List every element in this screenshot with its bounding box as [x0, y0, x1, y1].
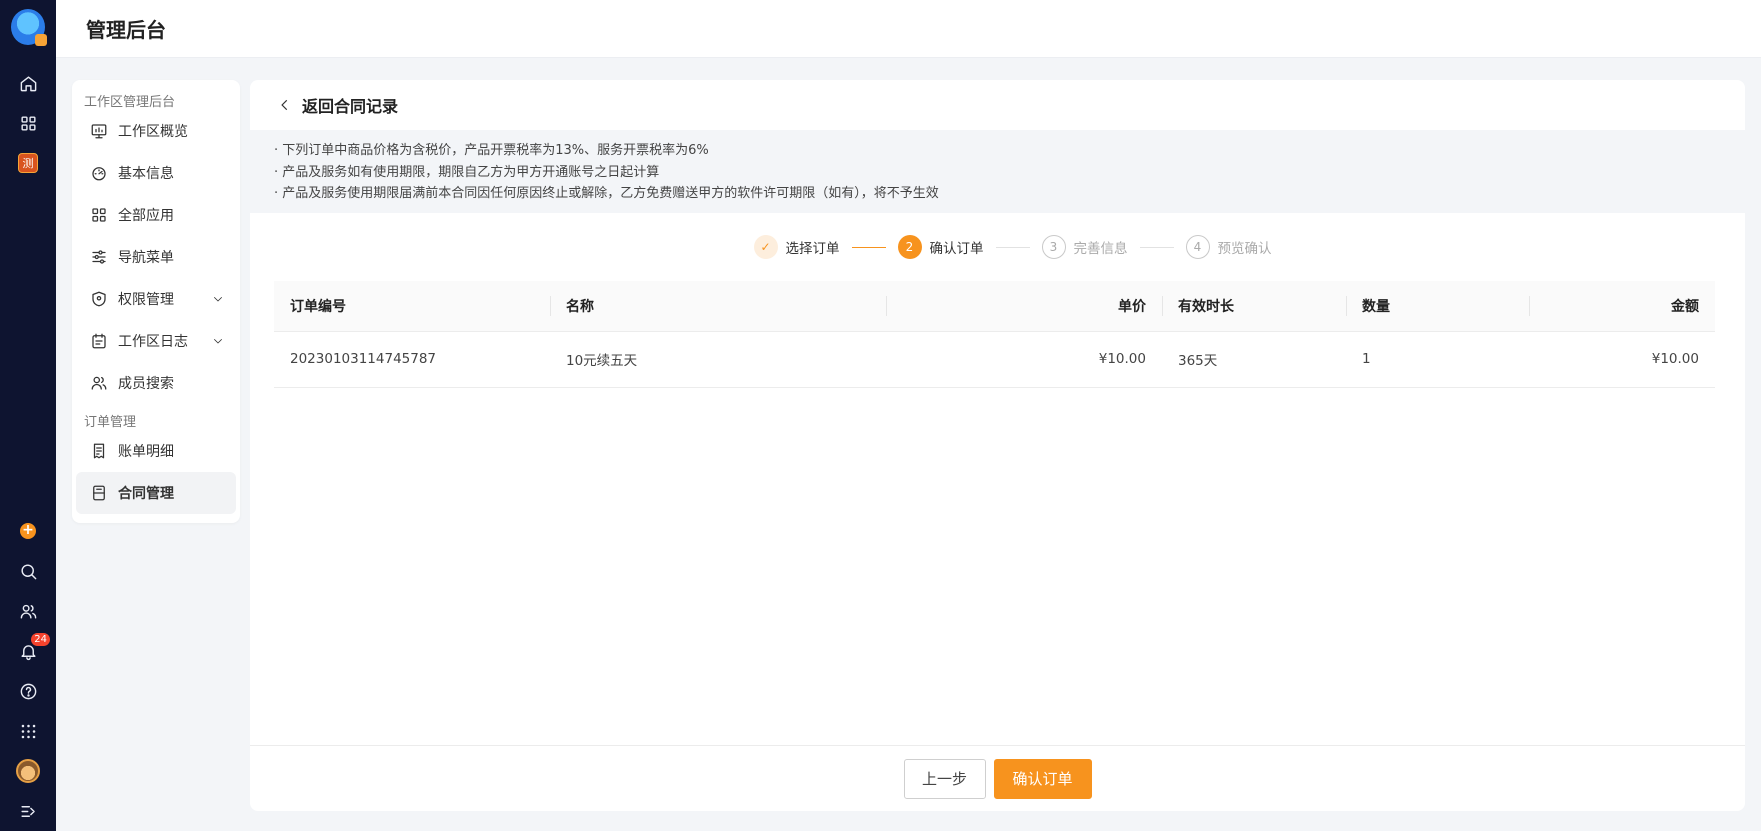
sidebar-item-bills[interactable]: 账单明细	[76, 430, 236, 472]
step-complete-info: 3 完善信息	[1041, 235, 1128, 259]
footer-actions: 上一步 确认订单	[250, 745, 1745, 811]
sliders-icon	[92, 250, 106, 264]
step-label: 确认订单	[929, 241, 984, 257]
gauge-icon	[92, 167, 106, 181]
step-label: 完善信息	[1073, 241, 1128, 257]
step-label: 选择订单	[785, 241, 840, 257]
search-icon[interactable]	[8, 551, 48, 591]
sidebar-item-basic-info[interactable]: 基本信息	[76, 152, 236, 194]
cell-unit-price: ¥10.00	[886, 331, 1162, 388]
secondary-sidebar: 工作区管理后台 工作区概览 基本信息 全部应用 导航菜单 权限管理 工作区日志 …	[72, 80, 240, 523]
confirm-order-button[interactable]: 确认订单	[993, 758, 1092, 799]
chevron-down-icon	[214, 297, 222, 302]
step-number: 4	[1185, 235, 1210, 259]
sidebar-item-contracts[interactable]: 合同管理	[76, 472, 236, 514]
grid-icon	[92, 208, 106, 222]
main-panel: 返回合同记录 · 下列订单中商品价格为含税价，产品开票税率为13%、服务开票税率…	[250, 80, 1745, 811]
order-table: 订单编号 名称 单价 有效时长 数量 金额 20230103114745787 …	[274, 281, 1715, 388]
notice-line: · 产品及服务使用期限届满前本合同因任何原因终止或解除，乙方免费赠送甲方的软件许…	[274, 186, 939, 201]
workspace-switcher[interactable]: 测	[8, 143, 48, 183]
sidebar-item-workspace-log[interactable]: 工作区日志	[76, 320, 236, 362]
table-header-row: 订单编号 名称 单价 有效时长 数量 金额	[274, 281, 1715, 332]
avatar	[16, 759, 40, 783]
user-avatar[interactable]	[8, 751, 48, 791]
step-select-order: ✓ 选择订单	[753, 235, 840, 259]
step-check-icon: ✓	[753, 235, 778, 259]
col-amount: 金额	[1529, 281, 1715, 332]
top-header: 管理后台	[56, 0, 1761, 58]
step-connector	[851, 246, 886, 248]
progress-steps: ✓ 选择订单 2 确认订单 3 完善信息 4 预览确认	[250, 213, 1745, 281]
shield-icon	[92, 291, 106, 307]
sidebar-item-label: 合同管理	[118, 486, 174, 502]
cell-quantity: 1	[1346, 331, 1529, 388]
apps-dots-icon[interactable]	[8, 711, 48, 751]
step-number: 3	[1041, 235, 1066, 259]
sidebar-item-label: 导航菜单	[118, 250, 174, 266]
sidebar-item-overview[interactable]: 工作区概览	[76, 110, 236, 152]
col-name: 名称	[550, 281, 886, 332]
page-title: 管理后台	[86, 18, 166, 42]
app-logo[interactable]	[11, 9, 47, 46]
sidebar-item-label: 工作区日志	[118, 334, 188, 350]
prev-step-button[interactable]: 上一步	[903, 758, 986, 799]
chevron-left-icon	[281, 99, 288, 111]
step-number: 2	[897, 235, 922, 259]
sidebar-item-permissions[interactable]: 权限管理	[76, 278, 236, 320]
add-button[interactable]: +	[8, 511, 48, 551]
step-confirm-order: 2 确认订单	[897, 235, 984, 259]
col-order-no: 订单编号	[274, 281, 550, 332]
cell-order-no: 20230103114745787	[274, 331, 550, 388]
sidebar-item-label: 账单明细	[118, 444, 174, 460]
sidebar-group-workspace: 工作区管理后台	[84, 95, 176, 110]
plus-icon: +	[20, 523, 36, 539]
calendar-icon	[92, 333, 106, 349]
step-label: 预览确认	[1217, 241, 1272, 257]
col-unit-price: 单价	[886, 281, 1162, 332]
sidebar-item-label: 权限管理	[118, 292, 174, 308]
sidebar-item-member-search[interactable]: 成员搜索	[76, 362, 236, 404]
notice-box: · 下列订单中商品价格为含税价，产品开票税率为13%、服务开票税率为6% · 产…	[250, 130, 1745, 213]
notification-count-badge: 24	[31, 633, 50, 646]
notification-bell-icon[interactable]: 24	[8, 631, 50, 671]
sidebar-item-label: 工作区概览	[118, 124, 188, 140]
contacts-icon[interactable]	[8, 591, 48, 631]
app-rail: 测 + 24	[0, 0, 56, 831]
notice-line: · 产品及服务如有使用期限，期限自乙方为甲方开通账号之日起计算	[274, 164, 660, 180]
apps-grid-icon[interactable]	[8, 103, 48, 143]
cell-name: 10元续五天	[550, 331, 886, 388]
help-icon[interactable]	[8, 671, 48, 711]
workspace-badge: 测	[18, 153, 38, 173]
sidebar-item-nav-menu[interactable]: 导航菜单	[76, 236, 236, 278]
expand-sidebar-icon[interactable]	[8, 791, 48, 831]
cell-amount: ¥10.00	[1529, 331, 1715, 388]
col-quantity: 数量	[1346, 281, 1529, 332]
sidebar-item-label: 全部应用	[118, 208, 174, 224]
back-label: 返回合同记录	[302, 97, 399, 116]
home-icon[interactable]	[8, 63, 48, 103]
sidebar-group-orders: 订单管理	[84, 415, 137, 430]
sidebar-item-all-apps[interactable]: 全部应用	[76, 194, 236, 236]
back-to-contracts-link[interactable]: 返回合同记录	[250, 80, 1745, 130]
sidebar-item-label: 成员搜索	[118, 376, 174, 392]
cell-duration: 365天	[1162, 331, 1346, 388]
contract-icon	[93, 485, 105, 501]
chevron-down-icon	[214, 339, 222, 344]
step-preview-confirm: 4 预览确认	[1185, 235, 1272, 259]
notice-line: · 下列订单中商品价格为含税价，产品开票税率为13%、服务开票税率为6%	[274, 143, 709, 158]
step-connector	[995, 246, 1030, 248]
users-icon	[91, 376, 107, 390]
sidebar-item-label: 基本信息	[118, 166, 174, 182]
table-row[interactable]: 20230103114745787 10元续五天 ¥10.00 365天 1 ¥…	[274, 331, 1715, 388]
receipt-icon	[93, 443, 105, 459]
monitor-chart-icon	[91, 124, 107, 139]
col-duration: 有效时长	[1162, 281, 1346, 332]
step-connector	[1139, 246, 1174, 248]
